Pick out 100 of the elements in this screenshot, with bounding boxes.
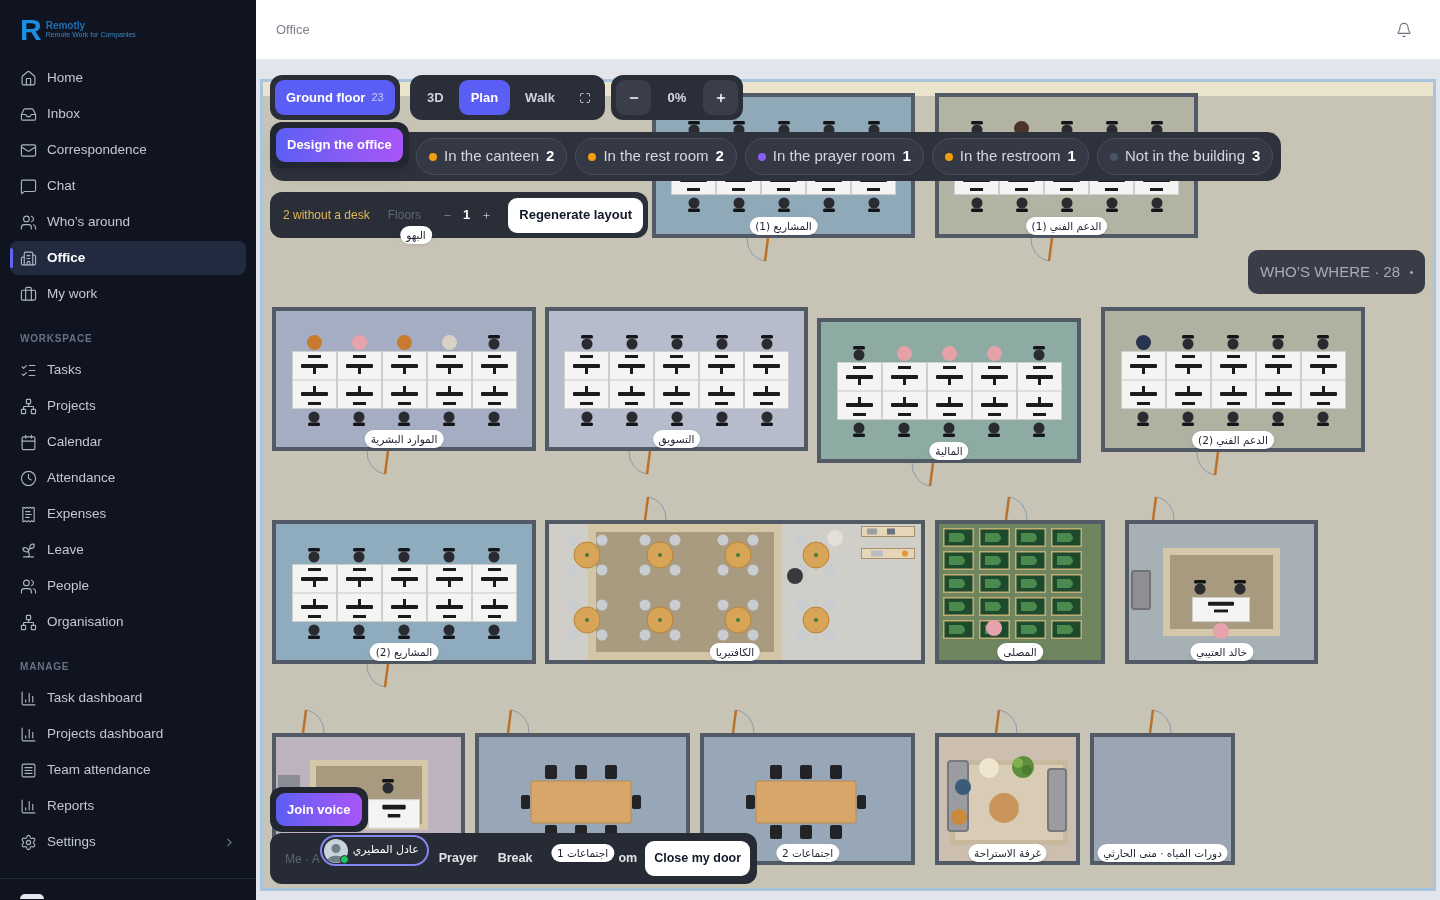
chat-bubble-icon bbox=[20, 177, 37, 195]
design-button[interactable]: Design the office bbox=[276, 128, 403, 162]
chair-icon bbox=[830, 765, 842, 779]
door-icon bbox=[731, 709, 755, 733]
desk-icon bbox=[426, 351, 472, 409]
expand-icon bbox=[578, 91, 591, 104]
prayer-mat-icon bbox=[943, 528, 974, 547]
sidebar-item[interactable]: Projects dashboard bbox=[10, 717, 246, 751]
door-icon bbox=[994, 709, 1018, 733]
desk-icon bbox=[1255, 351, 1301, 409]
prayer-mat-icon bbox=[1015, 528, 1046, 547]
door-icon bbox=[1151, 496, 1175, 520]
status-chip[interactable]: In the canteen 2 bbox=[416, 138, 568, 175]
user-chip[interactable]: عادل المطيري bbox=[319, 835, 429, 866]
desk-icon bbox=[1016, 362, 1062, 420]
desk-icon bbox=[564, 351, 609, 409]
sidebar-item[interactable]: Office bbox=[10, 241, 246, 275]
door-icon bbox=[746, 238, 770, 262]
prayer-mat-icon bbox=[943, 597, 974, 616]
sidebar-item[interactable]: Correspondence bbox=[10, 133, 246, 167]
receipt-icon bbox=[20, 505, 37, 523]
sidebar-item[interactable]: Tasks bbox=[10, 353, 246, 387]
join-voice-button[interactable]: Join voice bbox=[276, 793, 362, 826]
desk-icon bbox=[1300, 351, 1346, 409]
action-button[interactable]: om bbox=[618, 841, 646, 876]
house-icon bbox=[20, 69, 37, 87]
desk-icon bbox=[471, 564, 517, 622]
envelope-icon bbox=[20, 141, 37, 159]
sidebar-item[interactable]: Team attendance bbox=[10, 753, 246, 787]
room-label: البهو bbox=[400, 226, 432, 244]
sidebar-item[interactable]: Calendar bbox=[10, 425, 246, 459]
room-label: المشاريع (1) bbox=[749, 217, 818, 235]
sidebar-item[interactable]: My work bbox=[10, 277, 246, 311]
prayer-mat-icon bbox=[979, 551, 1010, 570]
sidebar-item[interactable]: Leave bbox=[10, 533, 246, 567]
desk-icon bbox=[1120, 351, 1166, 409]
door-icon bbox=[911, 463, 935, 487]
status-chip[interactable]: Not in the building 3 bbox=[1096, 138, 1274, 175]
section-title: MANAGE bbox=[19, 661, 71, 673]
floor-button[interactable]: Ground floor 23 bbox=[275, 80, 395, 115]
desk-icon bbox=[881, 362, 927, 420]
plus-icon bbox=[714, 91, 727, 104]
prayer-mat-icon bbox=[1015, 574, 1046, 593]
sidebar-item[interactable]: Chat bbox=[10, 169, 246, 203]
regenerate-button[interactable]: Regenerate layout bbox=[508, 197, 643, 233]
sidebar-item[interactable]: People bbox=[10, 569, 246, 603]
sidebar-item[interactable]: Home bbox=[10, 61, 246, 95]
whos-where-toggle[interactable]: WHO’S WHERE · 28 bbox=[1248, 250, 1425, 294]
desk-icon bbox=[1165, 351, 1211, 409]
bell-icon[interactable] bbox=[1396, 21, 1412, 38]
sidebar-item[interactable]: Who’s around bbox=[10, 205, 246, 239]
hierarchy-icon bbox=[20, 397, 37, 415]
round-table-icon bbox=[716, 533, 760, 577]
sidebar-item[interactable]: Expenses bbox=[10, 497, 246, 531]
status-chip[interactable]: In the rest room 2 bbox=[575, 138, 737, 175]
room-label: غرفة الاستراحة bbox=[968, 844, 1047, 862]
room-label: الدعم الفني (2) bbox=[1192, 431, 1274, 449]
desk-icon bbox=[699, 351, 744, 409]
sidebar-item[interactable]: Reports bbox=[10, 789, 246, 823]
view-tab[interactable]: Plan bbox=[458, 80, 511, 115]
door-icon bbox=[1196, 452, 1220, 476]
view-tab[interactable]: Walk bbox=[513, 80, 567, 115]
desk-icon bbox=[471, 351, 517, 409]
sidebar-item[interactable]: Projects bbox=[10, 389, 246, 423]
calendar-icon bbox=[20, 433, 37, 451]
plant-icon bbox=[1011, 755, 1035, 779]
status-chip[interactable]: In the restroom 1 bbox=[931, 138, 1089, 175]
desk-icon bbox=[1192, 597, 1250, 622]
status-chip[interactable]: In the prayer room 1 bbox=[744, 138, 924, 175]
prayer-mat-icon bbox=[979, 528, 1010, 547]
sidebar-item[interactable]: Task dashboard bbox=[10, 681, 246, 715]
chair-icon bbox=[770, 765, 782, 779]
round-table-icon bbox=[565, 533, 609, 577]
prayer-mat-icon bbox=[943, 620, 974, 639]
plus-icon bbox=[481, 210, 491, 220]
room-label: الدعم الفني (1) bbox=[1025, 217, 1108, 235]
desk-icon bbox=[971, 362, 1017, 420]
sidebar-item[interactable]: Attendance bbox=[10, 461, 246, 495]
action-button[interactable]: Break bbox=[487, 841, 533, 876]
door-icon bbox=[506, 709, 530, 733]
settings-icon bbox=[20, 833, 37, 851]
kitchen-counter-icon bbox=[861, 526, 915, 560]
prayer-mat-icon bbox=[1015, 597, 1046, 616]
prayer-mat-icon bbox=[1051, 528, 1082, 547]
sidebar-item[interactable]: Inbox bbox=[10, 97, 246, 131]
building-icon bbox=[20, 249, 37, 267]
chair-icon bbox=[800, 825, 812, 839]
avatar-icon bbox=[20, 894, 44, 899]
view-tab[interactable]: 3D bbox=[415, 80, 456, 115]
zoom-in-button[interactable] bbox=[703, 80, 738, 115]
sidebar-item[interactable]: Settings bbox=[10, 825, 246, 859]
door-icon bbox=[628, 451, 652, 475]
active-indicator bbox=[10, 248, 13, 268]
without-desk-count: 2 without a desk bbox=[283, 208, 370, 222]
sprout-icon bbox=[20, 541, 37, 559]
chair-icon bbox=[632, 795, 641, 809]
action-button[interactable]: Prayer bbox=[428, 841, 488, 876]
desk-icon bbox=[836, 362, 882, 420]
close-door-button[interactable]: Close my door bbox=[645, 841, 751, 876]
sidebar-item[interactable]: Organisation bbox=[10, 605, 246, 639]
